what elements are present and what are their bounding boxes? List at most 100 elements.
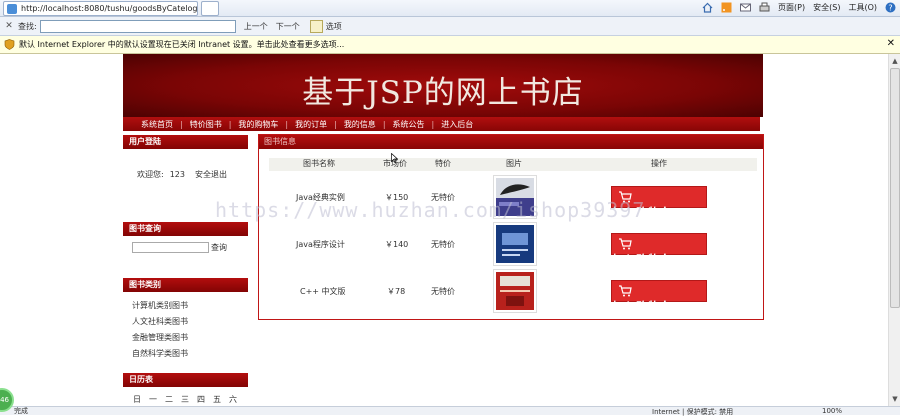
info-bar[interactable]: 默认 Internet Explorer 中的默认设置现在已关闭 Intrane… xyxy=(0,36,900,54)
tab-url: http://localhost:8080/tushu/goodsByCatel… xyxy=(21,4,197,13)
book-name[interactable]: Java程序设计 xyxy=(296,239,345,250)
weekday: 五 xyxy=(213,395,221,404)
book-search-input[interactable] xyxy=(132,242,209,253)
nav-special-books[interactable]: 特价图书 xyxy=(190,119,222,130)
category-humanities[interactable]: 人文社科类图书 xyxy=(132,314,188,330)
print-icon[interactable] xyxy=(759,2,770,13)
category-list: 计算机类别图书 人文社科类图书 金融管理类图书 自然科学类图书 xyxy=(132,298,188,362)
info-bar-text: 默认 Internet Explorer 中的默认设置现在已关闭 Intrane… xyxy=(19,40,345,49)
col-special-price: 特价 xyxy=(435,159,451,168)
book-price: ￥150 xyxy=(385,193,409,202)
cart-icon xyxy=(619,191,632,203)
welcome-label: 欢迎您: xyxy=(137,170,164,179)
add-to-cart-label: 加入购物车 xyxy=(612,300,673,314)
category-science[interactable]: 自然科学类图书 xyxy=(132,346,188,362)
find-options-label: 选项 xyxy=(325,21,342,31)
find-input[interactable] xyxy=(39,19,236,33)
welcome-row: 欢迎您: 123 安全退出 xyxy=(137,169,227,180)
site-title: 基于JSP的网上书店 xyxy=(302,75,584,111)
username: 123 xyxy=(169,170,185,179)
book-cover-image xyxy=(496,225,534,263)
book-price: ￥140 xyxy=(385,240,409,249)
vertical-scrollbar[interactable]: ▲ ▼ xyxy=(888,54,900,406)
table-row: Java程序设计 ￥140 无特价 加入购物车 xyxy=(269,222,757,267)
scroll-thumb[interactable] xyxy=(890,68,900,308)
security-zone[interactable]: Internet | 保护模式: 禁用 xyxy=(652,407,733,417)
home-icon[interactable] xyxy=(702,2,713,13)
login-panel-title: 用户登陆 xyxy=(123,135,248,149)
zoom-level[interactable]: 100% xyxy=(822,407,842,415)
find-bar: ✕ 查找: 上一个 下一个 选项 xyxy=(0,17,900,36)
book-cover[interactable] xyxy=(493,269,537,313)
book-cover[interactable] xyxy=(493,222,537,266)
weekday: 一 xyxy=(149,395,157,404)
shield-icon xyxy=(4,39,15,50)
highlight-icon xyxy=(309,19,323,33)
find-options-button[interactable]: 选项 xyxy=(309,19,342,33)
add-to-cart-label: 加入购物车 xyxy=(612,206,673,220)
find-label: 查找: xyxy=(18,21,37,31)
book-special: 无特价 xyxy=(431,193,455,202)
category-finance[interactable]: 金融管理类图书 xyxy=(132,330,188,346)
table-header: 图书名称 市场价 特价 图片 操作 xyxy=(269,158,757,171)
ie-favicon-icon xyxy=(7,3,17,14)
table-row: C++ 中文版 ￥78 无特价 加入购物车 xyxy=(269,269,757,314)
cart-icon xyxy=(619,285,632,297)
close-find-icon[interactable]: ✕ xyxy=(2,21,16,31)
find-prev-button[interactable]: 上一个 xyxy=(244,21,268,32)
book-name[interactable]: C++ 中文版 xyxy=(300,286,346,297)
weekday: 六 xyxy=(229,395,237,404)
book-cover-image xyxy=(496,272,534,310)
add-to-cart-button[interactable]: 加入购物车 xyxy=(611,233,707,267)
main-nav: 系统首页 | 特价图书 | 我的购物车 | 我的订单 | 我的信息 | 系统公告 | 进入后… xyxy=(123,117,760,131)
nav-admin[interactable]: 进入后台 xyxy=(441,119,473,130)
browser-tab[interactable]: http://localhost:8080/tushu/goodsByCatel… xyxy=(3,1,198,16)
book-info-panel: 图书信息 图书名称 市场价 特价 图片 操作 Java经典实例 ￥150 无特价… xyxy=(258,134,764,320)
weekday: 日 xyxy=(133,395,141,404)
status-bar: 完成 Internet | 保护模式: 禁用 100% xyxy=(0,406,900,417)
book-special: 无特价 xyxy=(431,240,455,249)
search-button[interactable]: 查询 xyxy=(211,242,227,253)
nav-home[interactable]: 系统首页 xyxy=(141,119,173,130)
book-name[interactable]: Java经典实例 xyxy=(296,192,345,203)
nav-my-orders[interactable]: 我的订单 xyxy=(295,119,327,130)
find-next-button[interactable]: 下一个 xyxy=(276,21,300,32)
info-bar-close-icon[interactable]: ✕ xyxy=(887,38,895,49)
scroll-up-icon[interactable]: ▲ xyxy=(890,56,900,66)
mail-icon[interactable] xyxy=(740,2,752,13)
mouse-cursor-icon xyxy=(391,153,398,163)
command-bar: 页面(P) 安全(S) 工具(O) ? xyxy=(702,2,896,13)
book-price: ￥78 xyxy=(387,287,406,296)
book-cover-image xyxy=(496,178,534,216)
col-book-name: 图书名称 xyxy=(303,159,335,168)
page-viewport: 基于JSP的网上书店 系统首页 | 特价图书 | 我的购物车 | 我的订单 | 我的信息… xyxy=(0,54,888,406)
nav-my-cart[interactable]: 我的购物车 xyxy=(238,119,278,130)
search-panel-title: 图书查询 xyxy=(123,222,248,236)
col-image: 图片 xyxy=(506,159,522,168)
col-action: 操作 xyxy=(651,159,667,168)
book-cover[interactable] xyxy=(493,175,537,219)
weekday: 三 xyxy=(181,395,189,404)
calendar-weekdays: 日 一 二 三 四 五 六 xyxy=(131,394,239,405)
scroll-down-icon[interactable]: ▼ xyxy=(890,394,900,404)
feeds-icon[interactable] xyxy=(721,2,732,13)
new-tab-button[interactable] xyxy=(201,1,219,16)
tools-menu[interactable]: 工具(O) xyxy=(848,2,877,13)
calendar-panel-title: 日历表 xyxy=(123,373,248,387)
site-banner: 基于JSP的网上书店 xyxy=(123,54,763,117)
category-computer[interactable]: 计算机类别图书 xyxy=(132,298,188,314)
category-panel-title: 图书类别 xyxy=(123,278,248,292)
nav-my-info[interactable]: 我的信息 xyxy=(344,119,376,130)
table-row: Java经典实例 ￥150 无特价 加入购物车 xyxy=(269,175,757,220)
panel-title: 图书信息 xyxy=(259,135,763,149)
nav-announcements[interactable]: 系统公告 xyxy=(393,119,425,130)
add-to-cart-button[interactable]: 加入购物车 xyxy=(611,280,707,314)
page-menu[interactable]: 页面(P) xyxy=(778,2,805,13)
weekday: 四 xyxy=(197,395,205,404)
cart-icon xyxy=(619,238,632,250)
add-to-cart-button[interactable]: 加入购物车 xyxy=(611,186,707,220)
logout-link[interactable]: 安全退出 xyxy=(195,170,227,179)
safety-menu[interactable]: 安全(S) xyxy=(813,2,840,13)
help-icon[interactable]: ? xyxy=(885,2,896,13)
add-to-cart-label: 加入购物车 xyxy=(612,253,673,267)
